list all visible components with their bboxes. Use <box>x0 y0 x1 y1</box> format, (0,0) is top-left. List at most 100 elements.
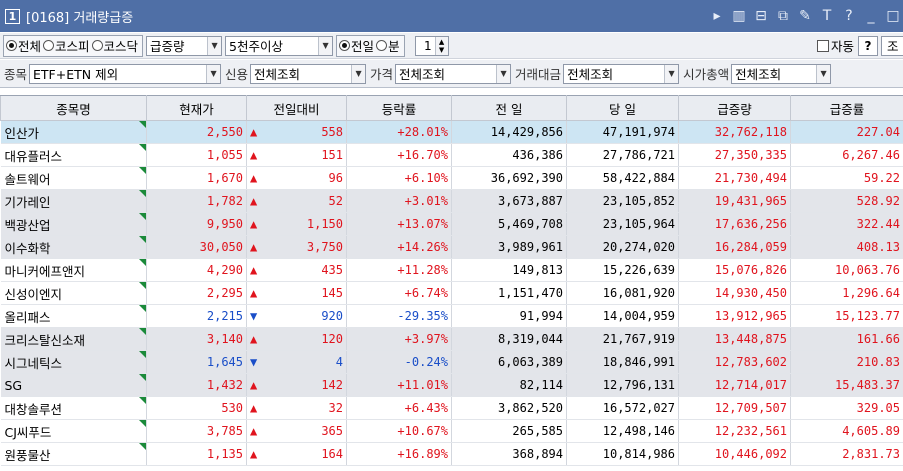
popup-icon[interactable]: ⧉ <box>775 8 791 24</box>
radio-icon[interactable] <box>6 40 17 51</box>
column-header[interactable]: 현재가 <box>146 95 247 121</box>
table-row[interactable]: 이수화학 30,050 ▲ 3,750 +14.26% 3,989,961 20,274,0… <box>0 235 903 259</box>
column-header[interactable]: 당 일 <box>566 95 679 121</box>
up-arrow-icon: ▲ <box>250 424 258 438</box>
stock-name-cell[interactable]: 솔트웨어 <box>0 166 147 190</box>
period-radio-0[interactable]: 전일 <box>339 36 374 55</box>
window-icon[interactable]: ▥ <box>731 8 747 24</box>
change-value: 96 <box>328 171 343 185</box>
radio-icon[interactable] <box>91 40 103 51</box>
table-row[interactable]: 원풍물산 1,135 ▲ 164 +16.89% 368,894 10,814,986 10,… <box>0 442 903 466</box>
chevron-down-icon[interactable]: ▼ <box>816 64 831 83</box>
column-header[interactable]: 전 일 <box>451 95 567 121</box>
today-volume-cell: 16,572,027 <box>566 396 679 420</box>
stock-name-cell[interactable]: 대유플러스 <box>0 143 147 167</box>
radio-icon[interactable] <box>376 40 388 51</box>
window-title: [0168] 거래량급증 <box>26 10 134 26</box>
column-header[interactable]: 등락률 <box>346 95 452 121</box>
filter-select-0[interactable]: ETF+ETN 제외 ▼ <box>29 63 222 84</box>
table-row[interactable]: 솔트웨어 1,670 ▲ 96 +6.10% 36,692,390 58,422,884 21… <box>0 166 903 190</box>
query-button[interactable]: 조 <box>881 35 903 56</box>
price-cell: 30,050 <box>146 235 247 259</box>
minute-spinner[interactable]: 1 ▲ ▼ <box>414 35 449 56</box>
stock-name-cell[interactable]: 이수화학 <box>0 235 147 259</box>
chevron-down-icon[interactable]: ▼ <box>206 64 221 83</box>
table-row[interactable]: 올리패스 2,215 ▼ 920 -29.35% 91,994 14,004,959 13,9… <box>0 304 903 328</box>
font-icon[interactable]: T <box>819 8 835 24</box>
stock-name: 마니커에프앤지 <box>4 263 86 279</box>
stock-name-cell[interactable]: 크리스탈신소재 <box>0 327 147 351</box>
column-header[interactable]: 급증량 <box>678 95 791 121</box>
window-number[interactable]: 1 <box>5 8 20 24</box>
stock-name: 대유플러스 <box>4 148 63 164</box>
today-volume-cell: 15,226,639 <box>566 258 679 282</box>
stock-name-cell[interactable]: 대창솔루션 <box>0 396 147 420</box>
market-radio-1[interactable]: 코스피 <box>43 36 90 55</box>
stock-name-cell[interactable]: 시그네틱스 <box>0 350 147 374</box>
table-row[interactable]: CJ씨푸드 3,785 ▲ 365 +10.67% 265,585 12,498,146 12… <box>0 419 903 443</box>
column-header[interactable]: 급증률 <box>790 95 903 121</box>
table-row[interactable]: 시그네틱스 1,645 ▼ 4 -0.24% 6,063,389 18,846,991 12,… <box>0 350 903 374</box>
filter-select-2[interactable]: 전체조회 ▼ <box>395 63 512 84</box>
maximize-icon[interactable]: □ <box>885 8 901 24</box>
column-header[interactable]: 종목명 <box>0 95 147 121</box>
change-cell: ▲ 142 <box>246 373 347 397</box>
filter-select-3[interactable]: 전체조회 ▼ <box>563 63 680 84</box>
arrow-right-icon[interactable]: ▸ <box>709 8 725 24</box>
table-row[interactable]: 마니커에프앤지 4,290 ▲ 435 +11.28% 149,813 15,226,639… <box>0 258 903 282</box>
spinner-arrows-icon[interactable]: ▲ ▼ <box>434 36 448 55</box>
chevron-down-icon[interactable]: ▼ <box>664 64 679 83</box>
table-row[interactable]: 인산가 2,550 ▲ 558 +28.01% 14,429,856 47,191,974 3… <box>0 120 903 144</box>
pin-icon[interactable]: ✎ <box>797 8 813 24</box>
stock-name-cell[interactable]: 원풍물산 <box>0 442 147 466</box>
table-row[interactable]: SG 1,432 ▲ 142 +11.01% 82,114 12,796,131 12,714… <box>0 373 903 397</box>
market-radio-0[interactable]: 전체 <box>6 36 41 55</box>
today-volume-cell: 16,081,920 <box>566 281 679 305</box>
table-row[interactable]: 신성이엔지 2,295 ▲ 145 +6.74% 1,151,470 16,081,920 1… <box>0 281 903 305</box>
change-value: 3,750 <box>306 240 343 254</box>
table-row[interactable]: 백광산업 9,950 ▲ 1,150 +13.07% 5,469,708 23,105,96… <box>0 212 903 236</box>
layout-icon[interactable]: ⊟ <box>753 8 769 24</box>
surge-volume-cell: 16,284,059 <box>678 235 791 259</box>
radio-icon[interactable] <box>43 40 55 51</box>
chevron-down-icon[interactable]: ▼ <box>207 36 222 55</box>
period-radio-1[interactable]: 분 <box>376 36 400 55</box>
stock-name: 이수화학 <box>4 240 51 256</box>
stock-name-cell[interactable]: CJ씨푸드 <box>0 419 147 443</box>
help-icon[interactable]: ? <box>841 8 857 24</box>
chevron-down-icon[interactable]: ▼ <box>318 36 333 55</box>
stock-name-cell[interactable]: 백광산업 <box>0 212 147 236</box>
table-row[interactable]: 기가레인 1,782 ▲ 52 +3.01% 3,673,887 23,105,852 19,… <box>0 189 903 213</box>
filter-select-4[interactable]: 전체조회 ▼ <box>731 63 832 84</box>
corner-marker-icon <box>139 167 146 174</box>
sort-select[interactable]: 급증량 ▼ <box>146 35 223 56</box>
radio-icon[interactable] <box>339 40 351 51</box>
checkbox-icon[interactable] <box>816 39 829 52</box>
up-arrow-icon: ▲ <box>250 194 258 208</box>
table-row[interactable]: 크리스탈신소재 3,140 ▲ 120 +3.97% 8,319,044 21,767,91… <box>0 327 903 351</box>
stock-name-cell[interactable]: 신성이엔지 <box>0 281 147 305</box>
filter-select-1[interactable]: 전체조회 ▼ <box>250 63 367 84</box>
stock-name-cell[interactable]: 마니커에프앤지 <box>0 258 147 282</box>
filter-select-value: 전체조회 <box>254 67 301 82</box>
surge-rate-cell: 15,123.77 <box>790 304 903 328</box>
chevron-down-icon[interactable]: ▼ <box>351 64 366 83</box>
auto-checkbox[interactable]: 자동 <box>816 36 854 55</box>
rate-cell: +14.26% <box>346 235 452 259</box>
stock-name-cell[interactable]: 기가레인 <box>0 189 147 213</box>
market-radio-2[interactable]: 코스닥 <box>91 36 138 55</box>
stock-name-cell[interactable]: SG <box>0 373 147 397</box>
column-header[interactable]: 전일대비 <box>246 95 347 121</box>
help-button[interactable]: ? <box>858 35 878 56</box>
stock-name-cell[interactable]: 올리패스 <box>0 304 147 328</box>
table-row[interactable]: 대창솔루션 530 ▲ 32 +6.43% 3,862,520 16,572,027 12,7… <box>0 396 903 420</box>
volume-select[interactable]: 5천주이상 ▼ <box>225 35 334 56</box>
table-row[interactable]: 대유플러스 1,055 ▲ 151 +16.70% 436,386 27,786,721 27… <box>0 143 903 167</box>
chevron-down-icon[interactable]: ▼ <box>496 64 511 83</box>
sort-select-value: 급증량 <box>150 39 185 54</box>
minimize-icon[interactable]: _ <box>863 8 879 24</box>
surge-volume-cell: 21,730,494 <box>678 166 791 190</box>
filter-label: 가격 <box>370 67 394 82</box>
stock-name-cell[interactable]: 인산가 <box>0 120 147 144</box>
change-value: 920 <box>321 309 343 323</box>
